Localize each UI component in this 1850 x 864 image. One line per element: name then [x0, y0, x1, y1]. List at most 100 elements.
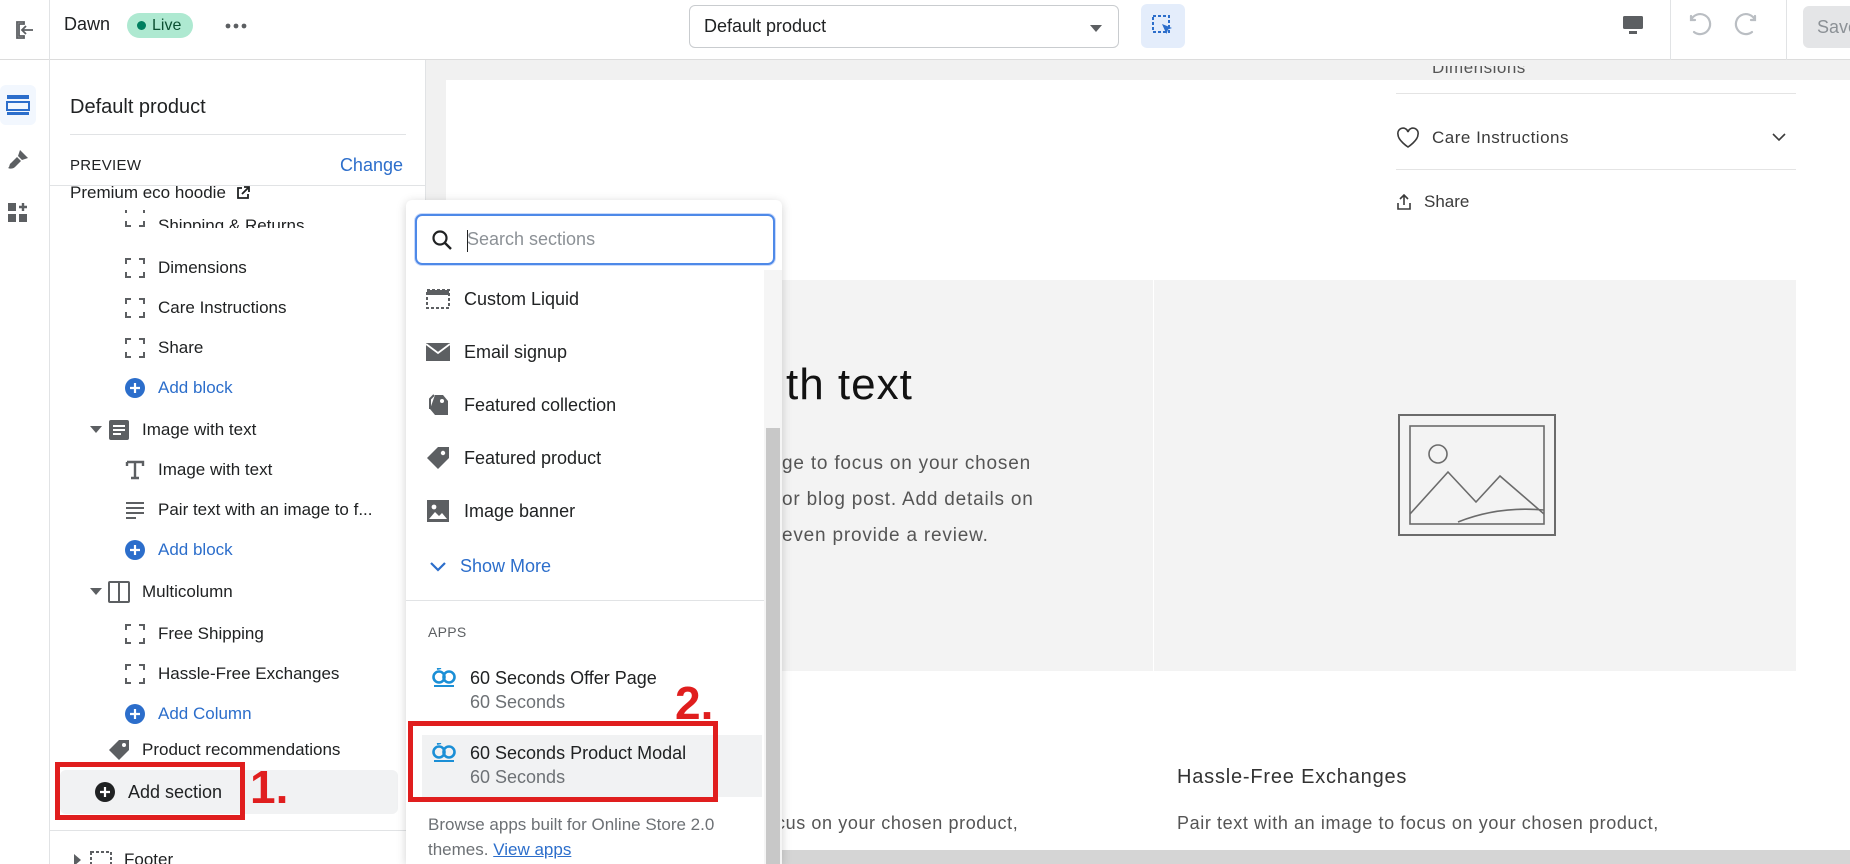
- body-line: ge to focus on your chosen: [782, 453, 1031, 474]
- change-preview-link[interactable]: Change: [340, 155, 403, 176]
- add-block-button[interactable]: Add block: [50, 370, 425, 406]
- preview-label: PREVIEW: [70, 157, 142, 174]
- live-dot-icon: [137, 21, 146, 30]
- section-footer[interactable]: Footer: [50, 842, 425, 864]
- redo-icon: [1734, 13, 1757, 36]
- section-option-label: Custom Liquid: [464, 288, 580, 309]
- sections-icon: [6, 95, 30, 115]
- desktop-view-button[interactable]: [1620, 12, 1646, 38]
- block-icon: [124, 337, 146, 359]
- paragraph-icon: [124, 499, 146, 521]
- divider: [406, 600, 764, 601]
- exit-icon: [15, 21, 33, 39]
- accordion-care-instructions[interactable]: Care Instructions: [1396, 106, 1796, 170]
- envelope-icon: [426, 340, 450, 364]
- left-rail: [0, 60, 50, 864]
- block-item-care-instructions[interactable]: Care Instructions: [50, 290, 425, 326]
- annotation-step-1: 1.: [250, 761, 289, 813]
- search-icon: [432, 230, 452, 250]
- section-multicolumn[interactable]: Multicolumn: [50, 574, 425, 610]
- section-option-email-signup[interactable]: Email signup: [426, 332, 726, 372]
- accordion-label: Care Instructions: [1432, 127, 1569, 147]
- template-select[interactable]: Default product: [689, 5, 1119, 48]
- accordion-label: Dimensions: [1432, 66, 1526, 77]
- section-option-featured-collection[interactable]: Featured collection: [426, 385, 726, 425]
- block-icon: [124, 297, 146, 319]
- block-item-label: Care Instructions: [158, 298, 287, 317]
- app-option-title: 60 Seconds Offer Page: [470, 668, 657, 688]
- section-image-with-text[interactable]: Image with text: [50, 412, 425, 448]
- popover-scrollbar-thumb[interactable]: [766, 428, 780, 864]
- preview-product[interactable]: Premium eco hoodie: [70, 183, 250, 203]
- block-icon: [124, 623, 146, 645]
- section-option-custom-liquid[interactable]: Custom Liquid: [426, 279, 726, 319]
- template-select-value: Default product: [704, 16, 827, 36]
- block-item-free-shipping[interactable]: Free Shipping: [50, 616, 425, 652]
- block-icon: [124, 257, 146, 279]
- show-more-button[interactable]: Show More: [430, 556, 551, 577]
- theme-name: Dawn: [64, 14, 111, 34]
- footer-icon: [90, 849, 112, 864]
- add-column-button[interactable]: Add Column: [50, 696, 425, 732]
- accordion-dimensions[interactable]: Dimensions: [1396, 66, 1796, 94]
- theme-settings-tab[interactable]: [0, 140, 36, 180]
- block-item-shipping[interactable]: Shipping & Returns: [50, 210, 425, 228]
- share-icon: [1397, 193, 1411, 210]
- columns-icon: [108, 581, 130, 603]
- block-icon: [124, 210, 146, 228]
- annotation-step-2: 2.: [675, 677, 714, 729]
- apps-heading: APPS: [428, 624, 467, 640]
- image-with-text-body: ge to focus on your chosen or blog post.…: [782, 446, 1122, 554]
- block-item-share[interactable]: Share: [50, 330, 425, 366]
- inspect-select-icon: [1152, 15, 1172, 34]
- section-option-image-banner[interactable]: Image banner: [426, 491, 726, 531]
- app-embeds-tab[interactable]: [0, 193, 36, 233]
- add-block-button[interactable]: Add block: [50, 532, 425, 568]
- image-with-text-heading: th text: [786, 360, 913, 409]
- text-t-icon: [124, 459, 146, 481]
- add-block-label: Add block: [158, 540, 233, 559]
- exit-button[interactable]: [0, 0, 50, 60]
- custom-liquid-icon: [426, 287, 450, 311]
- annotation-box-product-modal: [408, 721, 718, 802]
- page-title: Default product: [70, 96, 206, 118]
- block-item-label: Shipping & Returns: [158, 216, 305, 228]
- more-actions-button[interactable]: [222, 15, 250, 37]
- body-line: even provide a review.: [782, 525, 989, 546]
- save-button[interactable]: Save: [1803, 6, 1850, 48]
- chevron-down-icon: [430, 561, 446, 572]
- chevron-down-icon: [1772, 133, 1786, 142]
- section-option-label: Email signup: [464, 341, 568, 362]
- plus-circle-icon: [124, 703, 146, 725]
- block-item-text[interactable]: Pair text with an image to f...: [50, 492, 425, 528]
- block-icon: [124, 663, 146, 685]
- inspector-toggle-button[interactable]: [1141, 4, 1185, 48]
- undo-button[interactable]: [1686, 12, 1714, 40]
- caret-right-icon: [74, 854, 90, 864]
- block-item-dimensions[interactable]: Dimensions: [50, 250, 425, 286]
- view-apps-link[interactable]: View apps: [493, 840, 571, 859]
- block-item-heading[interactable]: Image with text: [50, 452, 425, 488]
- text-cursor: [467, 230, 468, 252]
- multicolumn-body: Pair text with an image to focus on your…: [1177, 813, 1659, 833]
- redo-button[interactable]: [1732, 12, 1760, 40]
- plus-circle-icon: [124, 539, 146, 561]
- sections-tab[interactable]: [0, 85, 36, 125]
- section-option-featured-product[interactable]: Featured product: [426, 438, 726, 478]
- share-button[interactable]: Share: [1396, 192, 1469, 212]
- sections-sidebar: Default product PREVIEW Change Premium e…: [50, 60, 426, 864]
- tags-icon: [426, 393, 450, 417]
- section-label: Footer: [124, 850, 174, 864]
- search-input[interactable]: Search sections: [415, 214, 775, 265]
- image-icon: [426, 499, 450, 523]
- block-item-label: Image with text: [158, 460, 273, 479]
- image-placeholder-icon: [1398, 414, 1556, 536]
- add-block-label: Add block: [158, 378, 233, 397]
- block-item-hassle-free-exchanges[interactable]: Hassle-Free Exchanges: [50, 656, 425, 692]
- section-label: Image with text: [142, 420, 257, 439]
- block-item-label: Dimensions: [158, 258, 247, 277]
- search-placeholder: Search sections: [467, 229, 596, 249]
- plus-circle-icon: [124, 377, 146, 399]
- share-label: Share: [1424, 192, 1470, 211]
- live-badge: Live: [127, 13, 194, 38]
